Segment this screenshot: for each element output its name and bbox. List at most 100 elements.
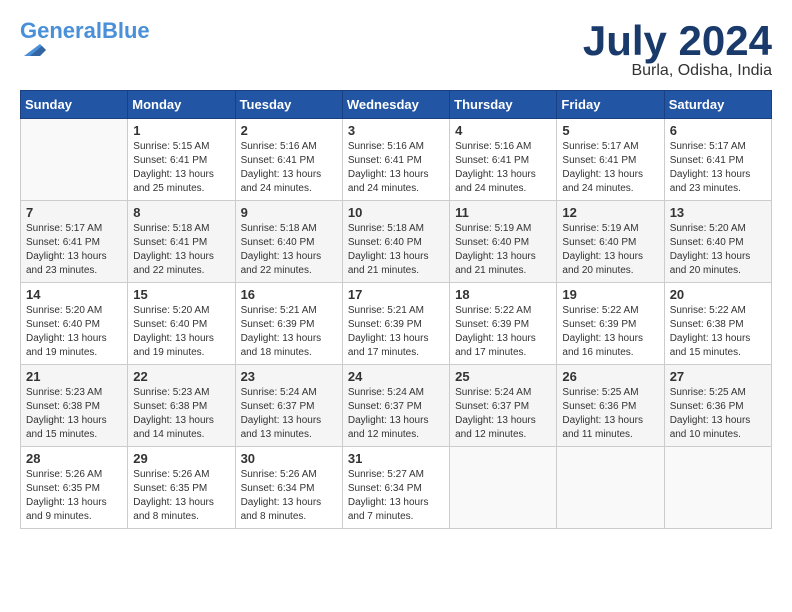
calendar-cell: 24 Sunrise: 5:24 AMSunset: 6:37 PMDayligh… — [342, 365, 449, 447]
day-info: Sunrise: 5:20 AMSunset: 6:40 PMDaylight:… — [26, 304, 122, 360]
header-day-saturday: Saturday — [664, 91, 771, 119]
calendar-cell: 29 Sunrise: 5:26 AMSunset: 6:35 PMDayligh… — [128, 447, 235, 529]
header-day-thursday: Thursday — [450, 91, 557, 119]
month-title: July 2024 — [583, 20, 772, 62]
calendar-cell: 2Sunrise: 5:16 AMSunset: 6:41 PMDaylight… — [235, 119, 342, 201]
day-info: Sunrise: 5:26 AMSunset: 6:35 PMDaylight:… — [133, 468, 229, 524]
day-number: 22 — [133, 369, 229, 384]
calendar-cell: 23 Sunrise: 5:24 AMSunset: 6:37 PMDayligh… — [235, 365, 342, 447]
day-number: 26 — [562, 369, 658, 384]
day-info: Sunrise: 5:20 AMSunset: 6:40 PMDaylight:… — [133, 304, 229, 360]
calendar-week-row: 14 Sunrise: 5:20 AMSunset: 6:40 PMDayligh… — [21, 283, 772, 365]
calendar-cell: 4 Sunrise: 5:16 AMSunset: 6:41 PMDaylight… — [450, 119, 557, 201]
day-info: Sunrise: 5:16 AMSunset: 6:41 PMDaylight:… — [348, 140, 444, 196]
day-number: 21 — [26, 369, 122, 384]
calendar-cell: 17 Sunrise: 5:21 AMSunset: 6:39 PMDayligh… — [342, 283, 449, 365]
calendar-cell: 1 Sunrise: 5:15 AMSunset: 6:41 PMDaylight… — [128, 119, 235, 201]
calendar-cell: 7 Sunrise: 5:17 AMSunset: 6:41 PMDaylight… — [21, 201, 128, 283]
calendar-header-row: SundayMondayTuesdayWednesdayThursdayFrid… — [21, 91, 772, 119]
day-number: 10 — [348, 205, 444, 220]
header-day-sunday: Sunday — [21, 91, 128, 119]
day-info: Sunrise: 5:19 AMSunset: 6:40 PMDaylight:… — [455, 222, 551, 278]
header-day-monday: Monday — [128, 91, 235, 119]
calendar-cell: 21Sunrise: 5:23 AMSunset: 6:38 PMDayligh… — [21, 365, 128, 447]
day-number: 8 — [133, 205, 229, 220]
day-number: 15 — [133, 287, 229, 302]
calendar-week-row: 21 Sunrise: 5:23 AMSunset: 6:38 PMDayligh… — [21, 365, 772, 447]
day-number: 16 — [241, 287, 337, 302]
calendar-cell: 28 Sunrise: 5:26 AMSunset: 6:35 PMDayligh… — [21, 447, 128, 529]
day-info: Sunrise: 5:17 AMSunset: 6:41 PMDaylight:… — [26, 222, 122, 278]
day-info: Sunrise: 5:22 AMSunset: 6:38 PMDaylight:… — [670, 304, 766, 360]
day-number: 20 — [670, 287, 766, 302]
day-info: Sunrise: 5:16 AMSunset: 6:41 PMDaylight:… — [455, 140, 551, 196]
day-info: Sunrise: 5:21 AMSunset: 6:39 PMDaylight:… — [348, 304, 444, 360]
day-info: Sunrise: 5:22 AMSunset: 6:39 PMDaylight:… — [455, 304, 551, 360]
day-number: 12 — [562, 205, 658, 220]
calendar-cell: 25 Sunrise: 5:24 AMSunset: 6:37 PMDayligh… — [450, 365, 557, 447]
day-number: 27 — [670, 369, 766, 384]
calendar-table: SundayMondayTuesdayWednesdayThursdayFrid… — [20, 90, 772, 529]
logo-blue: Blue — [102, 18, 150, 43]
day-info: Sunrise: 5:22 AMSunset: 6:39 PMDaylight:… — [562, 304, 658, 360]
calendar-cell: 19 Sunrise: 5:22 AMSunset: 6:39 PMDayligh… — [557, 283, 664, 365]
day-info: Sunrise: 5:24 AMSunset: 6:37 PMDaylight:… — [348, 386, 444, 442]
day-info: Sunrise: 5:23 AMSunset: 6:38 PMDaylight:… — [133, 386, 229, 442]
logo: GeneralBlue — [20, 20, 150, 58]
calendar-cell — [450, 447, 557, 529]
day-info: Sunrise: 5:17 AMSunset: 6:41 PMDaylight:… — [670, 140, 766, 196]
day-info: Sunrise: 5:25 AMSunset: 6:36 PMDaylight:… — [562, 386, 658, 442]
day-number: 23 — [241, 369, 337, 384]
calendar-cell: 11Sunrise: 5:19 AMSunset: 6:40 PMDayligh… — [450, 201, 557, 283]
logo-icon — [20, 40, 48, 58]
day-info: Sunrise: 5:24 AMSunset: 6:37 PMDaylight:… — [241, 386, 337, 442]
header: GeneralBlue July 2024 Burla, Odisha, Ind… — [20, 20, 772, 80]
day-number: 29 — [133, 451, 229, 466]
calendar-cell: 5 Sunrise: 5:17 AMSunset: 6:41 PMDaylight… — [557, 119, 664, 201]
calendar-cell: 16Sunrise: 5:21 AMSunset: 6:39 PMDayligh… — [235, 283, 342, 365]
location: Burla, Odisha, India — [583, 62, 772, 80]
day-number: 7 — [26, 205, 122, 220]
day-number: 28 — [26, 451, 122, 466]
day-info: Sunrise: 5:20 AMSunset: 6:40 PMDaylight:… — [670, 222, 766, 278]
calendar-cell — [557, 447, 664, 529]
calendar-cell — [664, 447, 771, 529]
header-day-wednesday: Wednesday — [342, 91, 449, 119]
day-number: 17 — [348, 287, 444, 302]
calendar-cell: 14 Sunrise: 5:20 AMSunset: 6:40 PMDayligh… — [21, 283, 128, 365]
day-number: 24 — [348, 369, 444, 384]
calendar-cell: 20 Sunrise: 5:22 AMSunset: 6:38 PMDayligh… — [664, 283, 771, 365]
day-number: 31 — [348, 451, 444, 466]
header-day-tuesday: Tuesday — [235, 91, 342, 119]
day-number: 2 — [241, 123, 337, 138]
header-day-friday: Friday — [557, 91, 664, 119]
calendar-week-row: 1 Sunrise: 5:15 AMSunset: 6:41 PMDaylight… — [21, 119, 772, 201]
day-info: Sunrise: 5:15 AMSunset: 6:41 PMDaylight:… — [133, 140, 229, 196]
calendar-cell — [21, 119, 128, 201]
calendar-cell: 9 Sunrise: 5:18 AMSunset: 6:40 PMDaylight… — [235, 201, 342, 283]
day-number: 4 — [455, 123, 551, 138]
day-number: 14 — [26, 287, 122, 302]
day-number: 19 — [562, 287, 658, 302]
day-info: Sunrise: 5:17 AMSunset: 6:41 PMDaylight:… — [562, 140, 658, 196]
day-info: Sunrise: 5:27 AMSunset: 6:34 PMDaylight:… — [348, 468, 444, 524]
day-number: 9 — [241, 205, 337, 220]
day-info: Sunrise: 5:24 AMSunset: 6:37 PMDaylight:… — [455, 386, 551, 442]
day-info: Sunrise: 5:26 AMSunset: 6:34 PMDaylight:… — [241, 468, 337, 524]
calendar-cell: 3Sunrise: 5:16 AMSunset: 6:41 PMDaylight… — [342, 119, 449, 201]
day-number: 1 — [133, 123, 229, 138]
calendar-cell: 13Sunrise: 5:20 AMSunset: 6:40 PMDayligh… — [664, 201, 771, 283]
day-info: Sunrise: 5:26 AMSunset: 6:35 PMDaylight:… — [26, 468, 122, 524]
calendar-cell: 10Sunrise: 5:18 AMSunset: 6:40 PMDayligh… — [342, 201, 449, 283]
day-info: Sunrise: 5:18 AMSunset: 6:40 PMDaylight:… — [241, 222, 337, 278]
day-info: Sunrise: 5:25 AMSunset: 6:36 PMDaylight:… — [670, 386, 766, 442]
calendar-cell: 12Sunrise: 5:19 AMSunset: 6:40 PMDayligh… — [557, 201, 664, 283]
calendar-cell: 26 Sunrise: 5:25 AMSunset: 6:36 PMDayligh… — [557, 365, 664, 447]
day-number: 30 — [241, 451, 337, 466]
calendar-cell: 31 Sunrise: 5:27 AMSunset: 6:34 PMDayligh… — [342, 447, 449, 529]
day-info: Sunrise: 5:18 AMSunset: 6:41 PMDaylight:… — [133, 222, 229, 278]
day-number: 5 — [562, 123, 658, 138]
day-number: 25 — [455, 369, 551, 384]
calendar-cell: 30 Sunrise: 5:26 AMSunset: 6:34 PMDayligh… — [235, 447, 342, 529]
day-number: 6 — [670, 123, 766, 138]
